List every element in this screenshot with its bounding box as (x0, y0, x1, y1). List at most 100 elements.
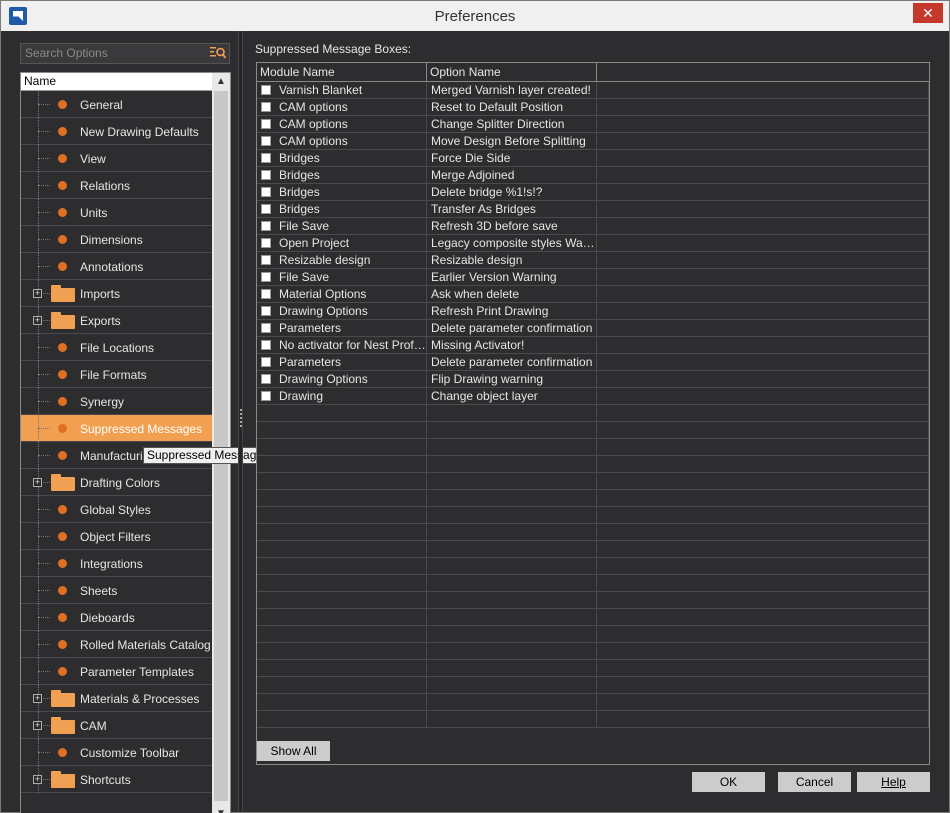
tree-connector (38, 752, 50, 753)
table-row[interactable]: Parameters Delete parameter confirmation (257, 354, 929, 371)
table-row[interactable]: CAM options Change Splitter Direction (257, 116, 929, 133)
row-checkbox[interactable] (261, 374, 271, 384)
table-row[interactable]: Open Project Legacy composite styles Warn… (257, 235, 929, 252)
row-checkbox[interactable] (261, 136, 271, 146)
table-row[interactable]: Bridges Force Die Side (257, 150, 929, 167)
tree-item[interactable]: + Materials & Processes (21, 685, 212, 712)
expand-icon[interactable]: + (33, 694, 42, 703)
tree-item[interactable]: + Shortcuts (21, 766, 212, 793)
tree-item[interactable]: Sheets (21, 577, 212, 604)
tree-item-label: General (80, 98, 123, 112)
tree-item[interactable]: + Imports (21, 280, 212, 307)
row-checkbox[interactable] (261, 153, 271, 163)
column-header-option[interactable]: Option Name (427, 63, 597, 82)
table-row[interactable]: Drawing Options Flip Drawing warning (257, 371, 929, 388)
extra-cell (597, 388, 929, 404)
tree-item[interactable]: New Drawing Defaults (21, 118, 212, 145)
tree-item[interactable]: Object Filters (21, 523, 212, 550)
tree-item[interactable]: Suppressed Messages (21, 415, 212, 442)
row-checkbox[interactable] (261, 255, 271, 265)
tree-item[interactable]: Annotations (21, 253, 212, 280)
close-button[interactable]: ✕ (913, 3, 943, 23)
row-checkbox[interactable] (261, 306, 271, 316)
table-row[interactable]: CAM options Reset to Default Position (257, 99, 929, 116)
tree-item[interactable]: File Locations (21, 334, 212, 361)
tree-item[interactable]: + CAM (21, 712, 212, 739)
table-row[interactable]: File Save Earlier Version Warning (257, 269, 929, 286)
table-row[interactable]: Bridges Merge Adjoined (257, 167, 929, 184)
extra-cell (597, 320, 929, 336)
row-checkbox[interactable] (261, 391, 271, 401)
cancel-button[interactable]: Cancel (778, 772, 851, 792)
row-checkbox[interactable] (261, 119, 271, 129)
search-input[interactable]: Search Options (20, 43, 230, 64)
table-row[interactable]: CAM options Move Design Before Splitting (257, 133, 929, 150)
tree-item[interactable]: Dimensions (21, 226, 212, 253)
row-checkbox[interactable] (261, 357, 271, 367)
row-checkbox[interactable] (261, 323, 271, 333)
column-header-extra[interactable] (597, 63, 929, 82)
expand-icon[interactable]: + (33, 316, 42, 325)
expand-icon[interactable]: + (33, 478, 42, 487)
expand-icon[interactable]: + (33, 775, 42, 784)
extra-cell (597, 82, 929, 98)
row-checkbox[interactable] (261, 221, 271, 231)
table-row[interactable]: Drawing Options Refresh Print Drawing (257, 303, 929, 320)
row-checkbox[interactable] (261, 204, 271, 214)
option-name: Change object layer (427, 388, 597, 404)
tree-item[interactable]: + Exports (21, 307, 212, 334)
tree-header-name[interactable]: Name (21, 73, 212, 91)
table-row[interactable]: Bridges Delete bridge %1!s!? (257, 184, 929, 201)
scroll-down-icon[interactable]: ▼ (212, 805, 230, 813)
tree-scrollbar[interactable]: ▲ ▼ (212, 73, 230, 813)
tree-item[interactable]: Parameter Templates (21, 658, 212, 685)
show-all-button[interactable]: Show All (257, 741, 330, 761)
tree-item-label: File Formats (80, 368, 147, 382)
tree-item[interactable]: Synergy (21, 388, 212, 415)
table-row[interactable]: No activator for Nest Profess... Missing … (257, 337, 929, 354)
tree-item[interactable]: Rolled Materials Catalog (21, 631, 212, 658)
table-row[interactable]: Resizable design Resizable design (257, 252, 929, 269)
tree-item[interactable]: Units (21, 199, 212, 226)
row-checkbox[interactable] (261, 340, 271, 350)
tree-item-label: Relations (80, 179, 131, 193)
table-row[interactable]: Material Options Ask when delete (257, 286, 929, 303)
table-row[interactable]: Parameters Delete parameter confirmation (257, 320, 929, 337)
tree-item[interactable]: + Drafting Colors (21, 469, 212, 496)
tree-item[interactable]: Relations (21, 172, 212, 199)
row-checkbox[interactable] (261, 85, 271, 95)
table-row[interactable]: Bridges Transfer As Bridges (257, 201, 929, 218)
expand-icon[interactable]: + (33, 721, 42, 730)
tree-item[interactable]: Integrations (21, 550, 212, 577)
table-row[interactable]: Drawing Change object layer (257, 388, 929, 405)
extra-cell (597, 269, 929, 285)
panel-splitter[interactable] (238, 31, 243, 812)
tree-item[interactable]: General (21, 91, 212, 118)
row-checkbox[interactable] (261, 102, 271, 112)
empty-cell (597, 456, 929, 472)
ok-button[interactable]: OK (692, 772, 765, 792)
tree-item[interactable]: Dieboards (21, 604, 212, 631)
tree-item[interactable]: File Formats (21, 361, 212, 388)
search-icon[interactable] (210, 46, 226, 60)
help-button[interactable]: Help (857, 772, 930, 792)
title-bar[interactable]: Preferences ✕ (1, 1, 949, 31)
scroll-up-icon[interactable]: ▲ (212, 73, 230, 90)
tree-item[interactable]: Customize Toolbar (21, 739, 212, 766)
row-checkbox[interactable] (261, 289, 271, 299)
table-row[interactable]: File Save Refresh 3D before save (257, 218, 929, 235)
row-checkbox[interactable] (261, 170, 271, 180)
column-header-module[interactable]: Module Name (257, 63, 427, 82)
tree-item[interactable]: Global Styles (21, 496, 212, 523)
row-checkbox[interactable] (261, 187, 271, 197)
scroll-thumb[interactable] (214, 91, 228, 801)
module-name: File Save (279, 270, 330, 284)
expand-icon[interactable]: + (33, 289, 42, 298)
row-checkbox[interactable] (261, 272, 271, 282)
tree-item[interactable]: View (21, 145, 212, 172)
option-name: Force Die Side (427, 150, 597, 166)
table-row[interactable]: Varnish Blanket Merged Varnish layer crea… (257, 82, 929, 99)
row-checkbox[interactable] (261, 238, 271, 248)
tooltip: Suppressed Messages (143, 447, 274, 464)
module-name: Resizable design (279, 253, 371, 267)
